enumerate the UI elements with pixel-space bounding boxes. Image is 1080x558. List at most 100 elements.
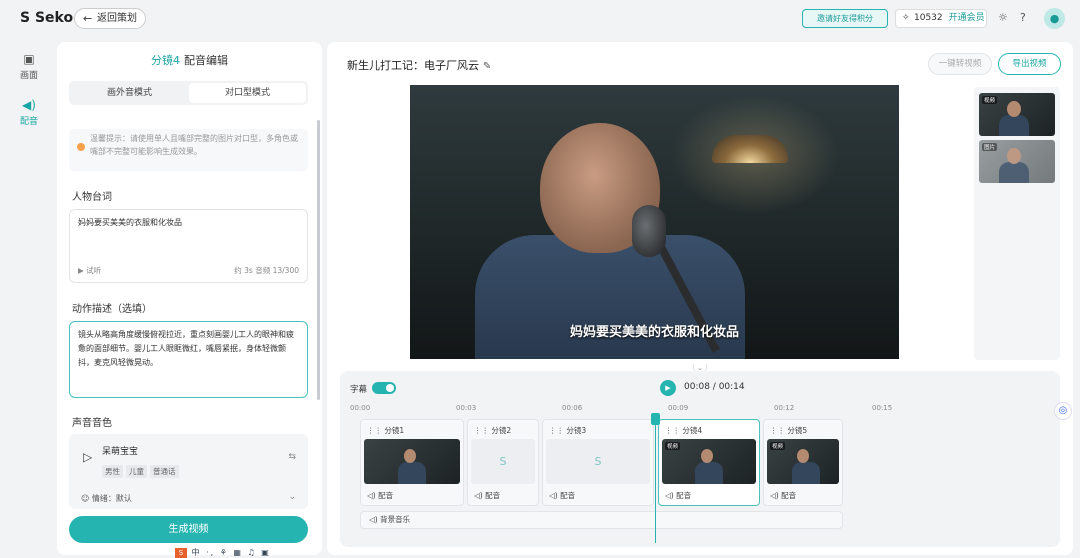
clip-audio-label: 配音 [378, 491, 394, 500]
tick-label: 00:15 [872, 404, 893, 412]
image-icon: ▣ [23, 52, 35, 66]
clip-shot-1[interactable]: ⋮⋮ 分镜1 ◁) 配音 [360, 419, 464, 506]
loading-logo-icon: S [546, 439, 650, 484]
export-video-button[interactable]: 导出视频 [998, 53, 1061, 75]
hanging-lamp [712, 135, 788, 163]
tick-label: 00:12 [774, 404, 795, 412]
points-box[interactable]: ✧ 10532 开通会员 [895, 9, 987, 28]
tip-text: 温馨提示：请使用单人且嘴部完整的图片对口型，多角色或嘴部不完整可能影响生成效果。 [90, 134, 298, 156]
dialogue-input[interactable]: 妈妈要买美美的衣服和化妆品 ▶ 试听 约 3s 音频 13/300 [69, 209, 308, 283]
clip-name: 分镜5 [787, 426, 808, 435]
mode-switch: 画外音模式 对口型模式 [69, 81, 308, 105]
thumbnail-image[interactable]: 图片 [979, 140, 1055, 183]
thumb-body [999, 115, 1029, 136]
thumb-body [792, 462, 821, 484]
playhead-handle[interactable] [651, 413, 660, 425]
tip-box: 温馨提示：请使用单人且嘴部完整的图片对口型，多角色或嘴部不完整可能影响生成效果。 [69, 129, 308, 171]
dialogue-label: 人物台词 [72, 192, 112, 203]
invite-friends-button[interactable]: 邀请好友得积分 [802, 9, 888, 28]
thumb-face [701, 449, 714, 463]
thumbnail-video[interactable]: 视频 [979, 93, 1055, 136]
child-body [475, 235, 745, 359]
thumb-face [404, 449, 417, 463]
floating-assistant-icon[interactable]: ◎ [1054, 402, 1072, 420]
thumb-body [397, 462, 426, 484]
generate-video-button[interactable]: 生成视频 [69, 516, 308, 543]
clip-audio[interactable]: ◁) 配音 [367, 490, 393, 501]
playhead[interactable] [651, 413, 660, 543]
thumb-face [1007, 148, 1021, 164]
rail-item-dubbing[interactable]: ◀) 配音 [14, 98, 44, 127]
voice-tag: 男性 [102, 465, 123, 478]
tab-voiceover-mode[interactable]: 画外音模式 [71, 83, 188, 103]
tick-label: 00:06 [562, 404, 583, 412]
one-click-convert-button[interactable]: 一键转视频 [928, 53, 992, 75]
logo-text: Seko [34, 10, 74, 26]
thumb-tag: 图片 [982, 143, 998, 151]
points-value: 10532 [914, 13, 943, 23]
clip-label: ⋮⋮ 分镜1 [367, 426, 405, 435]
clip-shot-4[interactable]: ⋮⋮ 分镜4 视频 ◁) 配音 [658, 419, 760, 506]
back-to-plan-button[interactable]: ← 返回策划 [74, 8, 146, 29]
action-text: 镜头从略高角度缓慢俯视拉近，重点刻画婴儿工人的眼神和疲惫的面部细节。婴儿工人眼眶… [78, 330, 294, 367]
clip-audio[interactable]: ◁) 配音 [770, 490, 796, 501]
subtitle-toggle[interactable] [372, 382, 396, 394]
thumbnail-list: 视频 图片 [974, 87, 1060, 360]
vip-link[interactable]: 开通会员 [949, 13, 985, 23]
clip-shot-2[interactable]: ⋮⋮ 分镜2 S ◁) 配音 [467, 419, 539, 506]
video-subtitle: 妈妈要买美美的衣服和化妆品 [569, 325, 739, 340]
background-music-track[interactable]: ◁) 背景音乐 [360, 511, 843, 529]
video-preview[interactable]: 妈妈要买美美的衣服和化妆品 [410, 85, 899, 359]
help-icon[interactable]: ? [1020, 11, 1026, 24]
clip-label: ⋮⋮ 分镜5 [770, 426, 808, 435]
try-label: 试听 [86, 266, 102, 275]
clip-label: ⋮⋮ 分镜2 [474, 426, 512, 435]
toggle-knob [386, 384, 394, 392]
time-ruler[interactable]: 00:00 00:03 00:06 00:09 00:12 00:15 [340, 401, 1060, 415]
clip-audio-label: 配音 [676, 491, 692, 500]
user-avatar[interactable]: ● [1044, 8, 1065, 29]
thumb-face [1007, 101, 1021, 117]
seko-logo[interactable]: S Seko [20, 10, 73, 26]
voice-label: 声音音色 [72, 418, 112, 429]
clip-shot-5[interactable]: ⋮⋮ 分镜5 视频 ◁) 配音 [763, 419, 843, 506]
voice-tag: 普通话 [150, 465, 179, 478]
play-button[interactable]: ▶ [660, 380, 676, 396]
rail-item-image[interactable]: ▣ 画面 [14, 52, 44, 81]
edit-pencil-icon[interactable]: ✎ [483, 61, 491, 72]
voice-card[interactable]: ▷ 呆萌宝宝 男性 儿童 普通话 ⇆ ☺ 情绪：默认 ⌄ [69, 434, 308, 509]
clip-audio[interactable]: ◁) 配音 [549, 490, 575, 501]
theme-sun-icon[interactable]: ☼ [998, 11, 1008, 24]
clip-audio[interactable]: ◁) 配音 [665, 490, 691, 501]
ime-text: 中 ·, ⚘ ▦ ♫ ▣ [191, 548, 271, 557]
action-input[interactable]: 镜头从略高角度缓慢俯视拉近，重点刻画婴儿工人的眼神和疲惫的面部细节。婴儿工人眼眶… [69, 321, 308, 398]
emotion-select[interactable]: ☺ 情绪：默认 [81, 493, 132, 504]
panel-title: 分镜4 配音编辑 [57, 52, 322, 68]
emotion-value: 情绪：默认 [91, 494, 132, 503]
ime-toolbar[interactable]: S 中 ·, ⚘ ▦ ♫ ▣ [175, 547, 303, 558]
try-listen-button[interactable]: ▶ 试听 [78, 264, 101, 278]
play-icon[interactable]: ▷ [83, 450, 92, 464]
timeline: 字幕 ▶ 00:08 / 00:14 00:00 00:03 00:06 00:… [340, 371, 1060, 547]
clip-name: 分镜1 [384, 426, 405, 435]
tab-lipsync-mode[interactable]: 对口型模式 [189, 83, 306, 103]
clip-audio[interactable]: ◁) 配音 [474, 490, 500, 501]
project-title: 新生儿打工记：电子厂风云 ✎ [347, 57, 491, 73]
swap-icon[interactable]: ⇆ [288, 452, 296, 462]
clip-thumbnail: 视频 [767, 439, 839, 484]
clip-audio-label: 配音 [781, 491, 797, 500]
panel-scrollbar[interactable] [317, 120, 320, 400]
project-title-text: 新生儿打工记：电子厂风云 [347, 59, 479, 72]
points-icon: ✧ [902, 13, 910, 23]
warning-dot-icon [77, 143, 85, 151]
arrow-left-icon: ← [83, 12, 93, 25]
chevron-down-icon[interactable]: ⌄ [288, 492, 296, 502]
clip-shot-3[interactable]: ⋮⋮ 分镜3 S ◁) 配音 [542, 419, 654, 506]
loading-logo-icon: S [471, 439, 535, 484]
rail-label-image: 画面 [19, 71, 38, 81]
clip-label: ⋮⋮ 分镜3 [549, 426, 587, 435]
clip-name: 分镜4 [682, 426, 703, 435]
bgm-label: 背景音乐 [380, 515, 411, 524]
invite-label: 邀请好友得积分 [817, 14, 873, 23]
thumb-tag: 视频 [982, 96, 998, 104]
